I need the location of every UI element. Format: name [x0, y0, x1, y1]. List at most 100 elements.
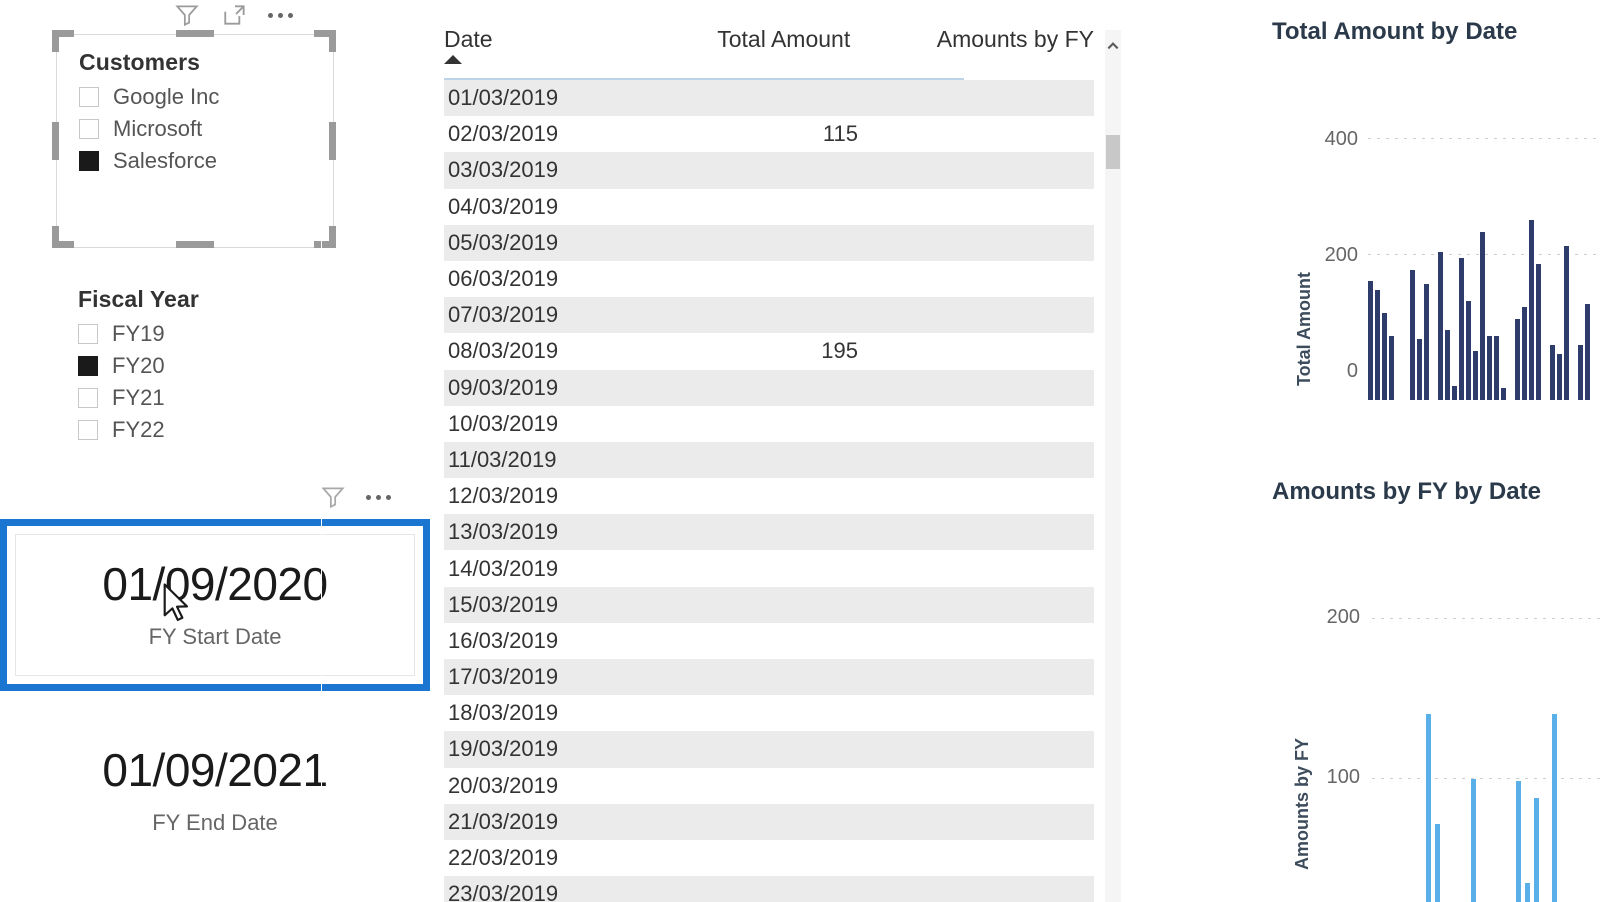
chart-bar[interactable] [1501, 388, 1506, 400]
fiscal-year-slicer[interactable]: Fiscal Year FY19 FY20 FY21 FY22 [78, 286, 328, 466]
chart-bar[interactable] [1552, 713, 1557, 902]
sort-ascending-icon[interactable] [444, 55, 462, 64]
table-row[interactable]: 07/03/2019 [444, 297, 1094, 334]
slicer-item-salesforce[interactable]: Salesforce [79, 148, 333, 174]
table-vertical-scrollbar[interactable] [1105, 30, 1121, 902]
resize-handle-bottom[interactable] [176, 241, 214, 248]
table-row[interactable]: 19/03/2019 [444, 731, 1094, 768]
column-header-total-amount[interactable]: Total Amount [603, 26, 857, 53]
focus-mode-icon[interactable] [220, 0, 250, 30]
chart-bar[interactable] [1438, 252, 1443, 400]
checkbox-fy20[interactable] [78, 356, 98, 376]
chart-bar[interactable] [1382, 313, 1387, 400]
slicer-item-microsoft[interactable]: Microsoft [79, 116, 333, 142]
table-row[interactable]: 23/03/2019 [444, 876, 1094, 902]
resize-handle-bottom-right[interactable] [314, 226, 336, 248]
chart-bar[interactable] [1525, 882, 1530, 902]
slicer-item-fy22[interactable]: FY22 [78, 417, 328, 443]
chart-bar[interactable] [1426, 713, 1431, 902]
checkbox-fy21[interactable] [78, 388, 98, 408]
chart-bar[interactable] [1389, 336, 1394, 400]
chart-bar[interactable] [1516, 781, 1521, 902]
resize-handle-left[interactable] [52, 122, 59, 160]
table-row[interactable]: 02/03/2019 115 [444, 116, 1094, 152]
table-row[interactable]: 13/03/2019 [444, 514, 1094, 551]
chart-bar[interactable] [1417, 339, 1422, 400]
checkbox-microsoft[interactable] [79, 119, 99, 139]
table-row[interactable]: 12/03/2019 [444, 478, 1094, 514]
chart-bar[interactable] [1424, 284, 1429, 400]
table-row[interactable]: 03/03/2019 [444, 152, 1094, 189]
table-row[interactable]: 16/03/2019 [444, 623, 1094, 659]
table-row[interactable]: 21/03/2019 [444, 803, 1094, 840]
table-row[interactable]: 22/03/2019 [444, 840, 1094, 876]
chart-bar[interactable] [1534, 798, 1539, 902]
checkbox-salesforce[interactable] [79, 151, 99, 171]
table-row[interactable]: 20/03/2019 [444, 768, 1094, 804]
chart-total-amount-by-date[interactable]: Total Amount 400 200 0 [1272, 110, 1600, 400]
table-row[interactable]: 06/03/2019 [444, 261, 1094, 297]
chart-bar[interactable] [1487, 336, 1492, 400]
fy-start-date-value: 01/09/2020 [102, 557, 328, 610]
chart-bar[interactable] [1536, 263, 1541, 400]
chart-bar[interactable] [1480, 231, 1485, 400]
table-row[interactable]: 10/03/2019 [444, 406, 1094, 442]
resize-handle-top[interactable] [176, 30, 214, 37]
scrollbar-thumb[interactable] [1106, 135, 1120, 169]
chart-bar[interactable] [1564, 246, 1569, 400]
chart-bar[interactable] [1368, 281, 1373, 400]
chart-bar[interactable] [1550, 344, 1555, 400]
checkbox-google-inc[interactable] [79, 87, 99, 107]
column-header-date[interactable]: Date [444, 26, 603, 64]
more-options-icon[interactable] [366, 494, 391, 500]
cell-date: 15/03/2019 [448, 591, 559, 617]
table-row[interactable]: 18/03/2019 [444, 695, 1094, 731]
resize-handle-top-right[interactable] [314, 30, 336, 52]
chart-bar[interactable] [1522, 307, 1527, 400]
chart-bar[interactable] [1410, 269, 1415, 400]
resize-handle-right[interactable] [329, 122, 336, 160]
resize-handle-bottom-left[interactable] [52, 226, 74, 248]
table-row[interactable]: 14/03/2019 [444, 550, 1094, 586]
chart-bar[interactable] [1435, 824, 1440, 902]
chart-bar[interactable] [1459, 257, 1464, 400]
more-options-icon[interactable] [268, 12, 293, 18]
table-row[interactable]: 17/03/2019 [444, 659, 1094, 696]
slicer-item-fy20[interactable]: FY20 [78, 353, 328, 379]
chart-bar[interactable] [1452, 385, 1457, 400]
filter-funnel-icon[interactable] [172, 0, 202, 30]
chart-bar[interactable] [1473, 350, 1478, 400]
chart-bar[interactable] [1375, 289, 1380, 400]
chart-bar[interactable] [1529, 220, 1534, 400]
table-row[interactable]: 04/03/2019 [444, 189, 1094, 225]
slicer-item-google-inc[interactable]: Google Inc [79, 84, 333, 110]
date-amounts-table[interactable]: Date Total Amount Amounts by FY 01/03/20… [444, 26, 1094, 902]
chart-bar[interactable] [1515, 318, 1520, 400]
table-row[interactable]: 11/03/2019 [444, 441, 1094, 479]
slicer-item-fy19[interactable]: FY19 [78, 321, 328, 347]
chart2-y-axis-label: Amounts by FY [1292, 737, 1312, 870]
chart-bar[interactable] [1578, 344, 1583, 400]
table-row[interactable]: 09/03/2019 [444, 369, 1094, 406]
column-header-amounts-by-fy[interactable]: Amounts by FY [856, 26, 1094, 53]
table-row[interactable]: 08/03/2019 195 [444, 333, 1094, 369]
chart-bar[interactable] [1471, 778, 1476, 902]
chart-bar[interactable] [1557, 353, 1562, 400]
slicer-item-fy21[interactable]: FY21 [78, 385, 328, 411]
table-row[interactable]: 01/03/2019 [444, 80, 1094, 117]
scroll-up-chevron-icon[interactable] [1105, 38, 1121, 54]
table-row[interactable]: 05/03/2019 [444, 224, 1094, 261]
chart-amounts-by-fy-by-date[interactable]: Amounts by FY 200 100 [1272, 580, 1600, 902]
customers-slicer[interactable]: Customers Google Inc Microsoft Salesforc… [56, 34, 334, 248]
resize-handle-top-left[interactable] [52, 30, 74, 52]
chart-bar[interactable] [1445, 330, 1450, 400]
table-row[interactable]: 15/03/2019 [444, 586, 1094, 623]
chart-bar[interactable] [1466, 301, 1471, 400]
chart-bar[interactable] [1494, 336, 1499, 400]
fy-end-date-card[interactable]: 01/09/2021 FY End Date [0, 716, 430, 866]
checkbox-fy22[interactable] [78, 420, 98, 440]
filter-funnel-icon[interactable] [318, 482, 348, 512]
checkbox-fy19[interactable] [78, 324, 98, 344]
chart-bar[interactable] [1585, 304, 1590, 400]
fy-start-date-card[interactable]: 01/09/2020 FY Start Date [0, 519, 430, 691]
